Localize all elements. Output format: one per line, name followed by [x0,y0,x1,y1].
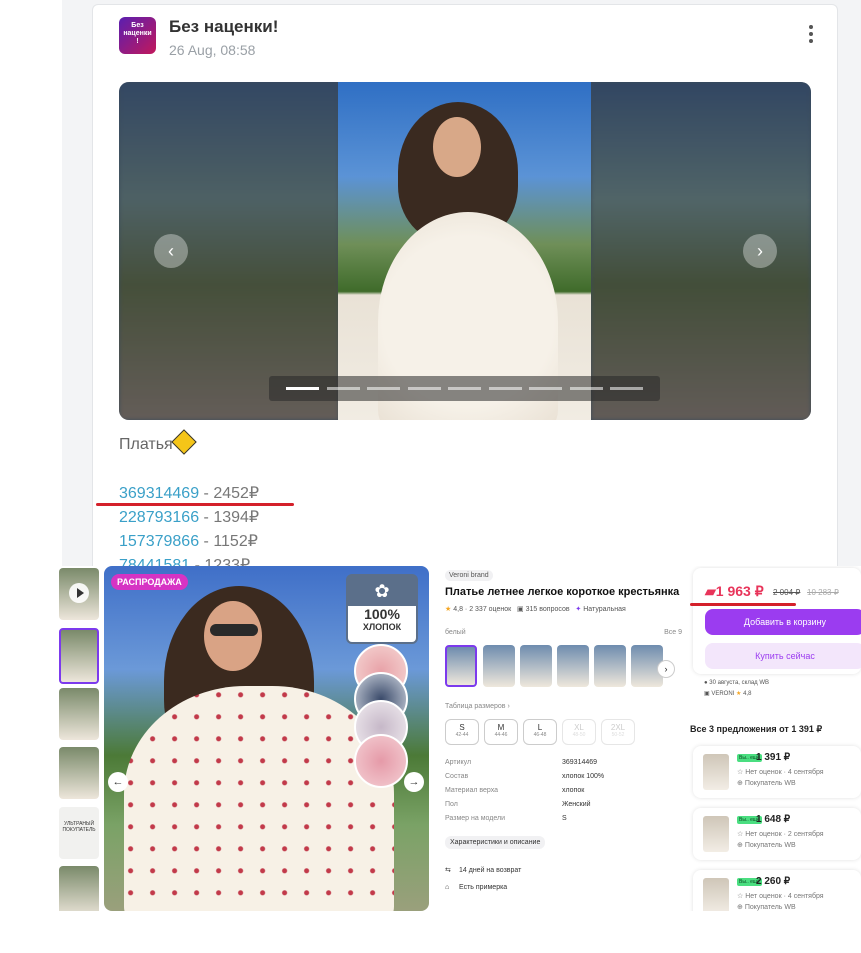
page-background [0,0,62,570]
channel-avatar[interactable]: Без наценки ! [119,17,156,54]
hanger-icon: ⌂ [445,884,450,891]
old-price: 2 004 ₽ [773,588,801,597]
spec-row: Размер на модели S [445,815,567,822]
size-table-link[interactable]: Таблица размеров › [445,703,510,710]
color-option[interactable] [594,645,626,687]
price-card: ▰1 963 ₽ 2 004 ₽ 10 283 ₽ Добавить в кор… [693,568,861,674]
product-info: Veroni brand Платье летнее легкое коротк… [445,566,690,911]
product-thumb-video[interactable] [59,568,99,620]
offer-card[interactable]: Вы.. ещё 1 391 ₽ ☆ Нет оценок · 4 сентяб… [693,746,861,798]
pagination-dot[interactable] [448,387,481,390]
post-text: Платья [119,429,197,455]
buy-now-button[interactable]: Купить сейчас [705,643,861,669]
color-label: белый [445,629,466,636]
brand-badge[interactable]: Veroni brand [445,570,493,581]
color-option[interactable] [520,645,552,687]
fabric-swatch [354,734,408,788]
product-thumb[interactable] [59,747,99,799]
image-next-button[interactable]: → [404,772,424,792]
color-all-link[interactable]: Все 9 [664,629,682,636]
pagination-dot[interactable] [529,387,562,390]
product-main-image[interactable]: РАСПРОДАЖА ✿ 100% ХЛОПОК ← → [104,566,429,911]
size-option[interactable]: XL 48-50 [562,719,596,745]
size-option[interactable]: 2XL 50-52 [601,719,635,745]
sale-badge: РАСПРОДАЖА [111,574,188,590]
pagination-dot[interactable] [610,387,643,390]
return-icon: ⇆ [445,867,451,874]
gallery-prev-button[interactable]: ‹ [154,234,188,268]
spec-row: Материал верха хлопок [445,787,585,794]
cotton-badge: ✿ 100% ХЛОПОК [346,574,418,644]
gallery-blur-right [591,82,811,420]
pagination-dot[interactable] [569,387,603,390]
play-icon [69,583,89,603]
cotton-icon: ✿ [348,576,416,606]
chevron-right-icon[interactable]: › [657,660,675,678]
characteristics-button[interactable]: Характеристики и описание [445,836,546,849]
pagination-dot[interactable] [488,387,522,390]
highlight-underline [96,503,294,506]
more-menu-icon[interactable] [809,25,815,46]
list-item: 369314469 - 2452₽ [119,485,260,502]
color-option[interactable] [483,645,515,687]
product-meta: ★ 4,8 · 2 337 оценок ▣ 315 вопросов ✦ На… [445,606,626,613]
spec-table: Артикул 369314469 Состав хлопок 100% Матер… [445,759,675,829]
size-option[interactable]: S 42-44 [445,719,479,745]
leaf-icon: ✦ [575,606,582,613]
article-link[interactable]: 157379866 [119,533,199,550]
list-item: 228793166 - 1394₽ [119,509,260,526]
highlight-underline [690,603,796,606]
add-to-cart-button[interactable]: Добавить в корзину [705,609,861,635]
offer-card[interactable]: Вы.. ещё 2 260 ₽ ☆ Нет оценок · 4 сентяб… [693,870,861,911]
buy-box: ▰1 963 ₽ 2 004 ₽ 10 283 ₽ Добавить в кор… [690,566,861,911]
gallery-pagination [269,376,660,401]
offer-card[interactable]: Вы.. ещё 1 648 ₽ ☆ Нет оценок · 2 сентяб… [693,808,861,860]
star-icon: ★ [445,606,452,613]
post-date: 26 Aug, 08:58 [169,42,256,58]
article-link[interactable]: 228793166 [119,509,199,526]
spec-row: Состав хлопок 100% [445,773,605,780]
channel-name[interactable]: Без наценки! [169,17,278,37]
product-title: Платье летнее легкое короткое крестьянка [445,586,680,598]
sparkle-icon [170,429,197,455]
wallet-icon: ▰ [705,583,716,599]
product-thumb[interactable] [59,866,99,911]
delivery-info: ● 30 августа, склад WB [704,680,769,686]
product-thumb[interactable] [59,628,99,684]
offers-title[interactable]: Все 3 предложения от 1 391 ₽ [690,724,822,735]
image-gallery[interactable]: ‹ › [119,82,811,420]
pagination-dot[interactable] [367,387,400,390]
product-screenshot: УЛЬТРАНЫЙ ПОКУПАТЕЛЬ РАСПРОДАЖА ✿ 100% Х… [56,566,861,911]
size-option[interactable]: M 44-46 [484,719,518,745]
product-thumb[interactable]: УЛЬТРАНЫЙ ПОКУПАТЕЛЬ [59,807,99,859]
old-price-original: 10 283 ₽ [807,588,839,597]
fitting-info: ⌂ Есть примерка [445,884,508,891]
color-option[interactable] [557,645,589,687]
gallery-photo [338,82,591,420]
spec-row: Артикул 369314469 [445,759,598,766]
avatar-logo-text: Без наценки ! [123,22,152,45]
product-thumb[interactable] [59,688,99,740]
pagination-dot[interactable] [407,387,441,390]
color-option[interactable] [445,645,477,687]
question-icon: ▣ [517,606,524,613]
image-prev-button[interactable]: ← [108,772,128,792]
seller-info[interactable]: ▣ VERONI ★ 4,8 [704,690,751,697]
spec-row: Пол Женский [445,801,591,808]
pagination-dot[interactable] [286,387,319,390]
current-price: ▰1 963 ₽ [705,583,764,599]
size-option[interactable]: L 46-48 [523,719,557,745]
channel-post: Без наценки ! Без наценки! 26 Aug, 08:58… [92,4,838,576]
return-info: ⇆ 14 дней на возврат [445,867,522,874]
pagination-dot[interactable] [326,387,360,390]
article-link[interactable]: 369314469 [119,485,199,502]
gallery-next-button[interactable]: › [743,234,777,268]
list-item: 157379866 - 1152₽ [119,533,258,550]
gallery-blur-left [119,82,339,420]
